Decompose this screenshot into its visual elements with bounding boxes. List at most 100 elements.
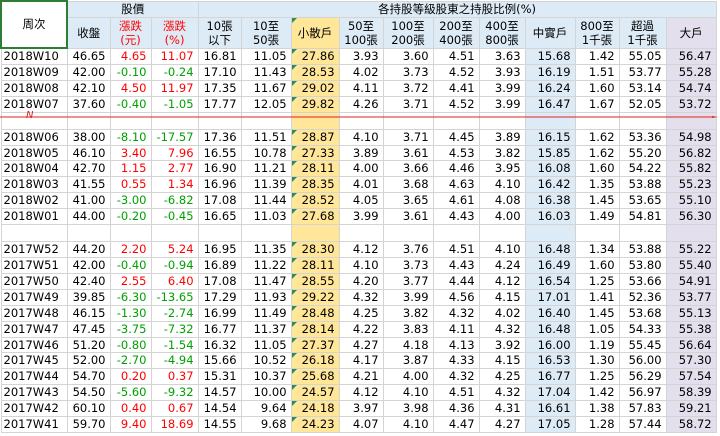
bracket-800-1000-cell[interactable]: 1.34 xyxy=(574,241,620,258)
change-pct-cell[interactable]: -1.54 xyxy=(150,336,199,354)
bracket-800-1000-cell[interactable]: 1.49 xyxy=(574,208,620,226)
close-cell[interactable]: 54.70 xyxy=(66,368,111,386)
change-pct-cell[interactable]: -0.45 xyxy=(150,208,199,226)
bracket-100-200-cell[interactable]: 3.73 xyxy=(382,256,434,274)
bracket-400-800-cell[interactable]: 3.92 xyxy=(478,336,526,354)
small-holder-cell[interactable]: 28.87 xyxy=(290,128,340,146)
bracket-over-1000-cell[interactable]: 53.88 xyxy=(618,241,667,258)
holding-group-header[interactable]: 各持股等級股東之持股比例(%) xyxy=(197,0,717,18)
bracket-10-50-cell[interactable]: 9.64 xyxy=(240,400,292,418)
empty-cell[interactable] xyxy=(109,111,152,130)
bracket-800-1000-cell[interactable]: 1.19 xyxy=(574,336,620,354)
mid-holder-cell[interactable]: 17.05 xyxy=(524,416,576,433)
bracket-10-cell[interactable]: 17.08 xyxy=(197,272,242,290)
bracket-10-cell[interactable]: 16.90 xyxy=(197,160,242,178)
big-holder-cell[interactable]: 56.82 xyxy=(665,144,717,162)
change-pct-cell[interactable]: 0.37 xyxy=(150,368,199,386)
change-cell[interactable]: -6.30 xyxy=(109,288,152,306)
bracket-200-400-cell[interactable]: 4.52 xyxy=(432,63,480,81)
big-holder-cell[interactable]: 55.23 xyxy=(665,176,717,194)
change-cell[interactable]: 9.40 xyxy=(109,416,152,433)
bracket-10-50-cell[interactable]: 11.35 xyxy=(240,241,292,258)
week-cell[interactable]: 2017W48 xyxy=(0,304,68,322)
bracket-10-cell[interactable]: 16.99 xyxy=(197,304,242,322)
bracket-400-800-cell[interactable]: 4.10 xyxy=(478,176,526,194)
big-holder-cell[interactable]: 57.54 xyxy=(665,368,717,386)
close-cell[interactable]: 42.00 xyxy=(66,63,111,81)
change-pct-header[interactable]: 漲跌 (%) xyxy=(150,16,199,49)
bracket-400-800-cell[interactable]: 3.82 xyxy=(478,144,526,162)
close-cell[interactable]: 60.10 xyxy=(66,400,111,418)
mid-holder-cell[interactable]: 16.08 xyxy=(524,160,576,178)
bracket-400-800-cell[interactable]: 3.89 xyxy=(478,128,526,146)
bracket-800-1000-cell[interactable]: 1.62 xyxy=(574,128,620,146)
week-cell[interactable]: 2017W45 xyxy=(0,352,68,370)
bracket-10-50-cell[interactable]: 11.43 xyxy=(240,63,292,81)
bracket-over-1000-cell[interactable]: 53.80 xyxy=(618,256,667,274)
bracket-800-1000-cell[interactable]: 1.45 xyxy=(574,304,620,322)
bracket-50-100-cell[interactable]: 4.21 xyxy=(338,368,384,386)
bracket-400-800-cell[interactable]: 3.95 xyxy=(478,160,526,178)
close-cell[interactable]: 44.20 xyxy=(66,241,111,258)
big-holder-cell[interactable]: 57.30 xyxy=(665,352,717,370)
close-cell[interactable]: 37.60 xyxy=(66,95,111,113)
bracket-200-400-cell[interactable]: 4.43 xyxy=(432,208,480,226)
bracket-10-50-cell[interactable]: 11.22 xyxy=(240,256,292,274)
mid-holder-cell[interactable]: 16.54 xyxy=(524,272,576,290)
big-holder-cell[interactable]: 55.82 xyxy=(665,160,717,178)
small-holder-header[interactable]: 小散戶 xyxy=(290,16,340,49)
week-cell[interactable]: 2018W07 xyxy=(0,95,68,113)
empty-cell[interactable] xyxy=(150,111,199,130)
close-cell[interactable]: 44.00 xyxy=(66,208,111,226)
change-pct-cell[interactable]: -17.57 xyxy=(150,128,199,146)
change-pct-cell[interactable]: -6.82 xyxy=(150,192,199,210)
bracket-50-100-cell[interactable]: 4.20 xyxy=(338,272,384,290)
bracket-800-1000-cell[interactable]: 1.30 xyxy=(574,352,620,370)
close-cell[interactable]: 54.50 xyxy=(66,384,111,402)
close-cell[interactable]: 41.55 xyxy=(66,176,111,194)
change-cell[interactable]: -0.80 xyxy=(109,336,152,354)
empty-cell[interactable] xyxy=(665,111,717,130)
bracket-10-cell[interactable]: 17.35 xyxy=(197,79,242,97)
big-holder-cell[interactable]: 55.28 xyxy=(665,63,717,81)
bracket-200-400-cell[interactable]: 4.36 xyxy=(432,400,480,418)
bracket-10-cell[interactable]: 15.31 xyxy=(197,368,242,386)
small-holder-cell[interactable]: 28.55 xyxy=(290,272,340,290)
bracket-400-800-cell[interactable]: 4.02 xyxy=(478,304,526,322)
change-pct-cell[interactable]: 5.24 xyxy=(150,241,199,258)
bracket-800-1000-cell[interactable]: 1.67 xyxy=(574,95,620,113)
small-holder-cell[interactable]: 24.57 xyxy=(290,384,340,402)
bracket-50-100-cell[interactable]: 3.89 xyxy=(338,144,384,162)
bracket-100-200-cell[interactable]: 3.60 xyxy=(382,47,434,65)
bracket-10-50-cell[interactable]: 10.52 xyxy=(240,352,292,370)
change-cell[interactable]: 4.65 xyxy=(109,47,152,65)
change-pct-cell[interactable]: 18.69 xyxy=(150,416,199,433)
week-cell[interactable]: 2018W05 xyxy=(0,144,68,162)
bracket-10-50-cell[interactable]: 11.05 xyxy=(240,336,292,354)
small-holder-cell[interactable]: 27.33 xyxy=(290,144,340,162)
close-header[interactable]: 收盤 xyxy=(66,16,111,49)
change-pct-cell[interactable]: -2.74 xyxy=(150,304,199,322)
small-holder-cell[interactable]: 24.18 xyxy=(290,400,340,418)
small-holder-cell[interactable]: 28.48 xyxy=(290,304,340,322)
empty-cell[interactable] xyxy=(618,224,667,243)
bracket-10-cell[interactable]: 16.32 xyxy=(197,336,242,354)
bracket-10-50-cell[interactable]: 10.37 xyxy=(240,368,292,386)
bracket-100-200-cell[interactable]: 3.76 xyxy=(382,241,434,258)
bracket-200-400-cell[interactable]: 4.44 xyxy=(432,272,480,290)
bracket-over-1000-cell[interactable]: 54.81 xyxy=(618,208,667,226)
bracket-400-800-cell[interactable]: 4.32 xyxy=(478,384,526,402)
mid-holder-cell[interactable]: 16.38 xyxy=(524,192,576,210)
empty-cell[interactable] xyxy=(338,224,384,243)
big-holder-cell[interactable]: 55.38 xyxy=(665,320,717,338)
week-cell[interactable]: 2017W47 xyxy=(0,320,68,338)
mid-holder-cell[interactable]: 16.03 xyxy=(524,208,576,226)
bracket-10-cell[interactable]: 17.36 xyxy=(197,128,242,146)
bracket-50-100-header[interactable]: 50至 100張 xyxy=(338,16,384,49)
bracket-200-400-cell[interactable]: 4.51 xyxy=(432,384,480,402)
small-holder-cell[interactable]: 28.53 xyxy=(290,63,340,81)
change-pct-cell[interactable]: -1.05 xyxy=(150,95,199,113)
bracket-50-100-cell[interactable]: 4.17 xyxy=(338,352,384,370)
bracket-100-200-cell[interactable]: 3.73 xyxy=(382,63,434,81)
big-holder-cell[interactable]: 58.39 xyxy=(665,384,717,402)
